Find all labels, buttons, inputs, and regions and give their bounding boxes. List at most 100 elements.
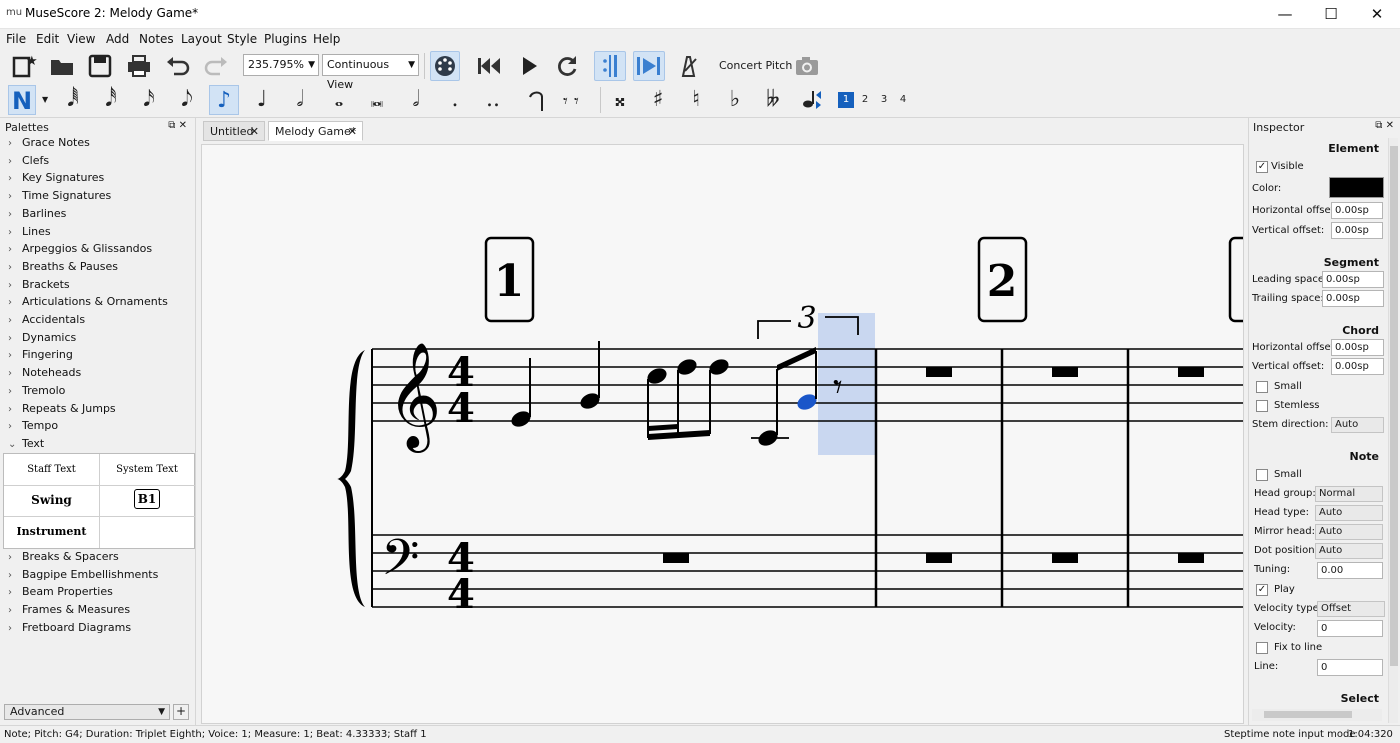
tab-melody-game[interactable]: Melody Game* ✕ [268,121,363,141]
close-icon[interactable]: ✕ [348,122,357,141]
duration-16th-button[interactable]: 𝅘𝅥𝅯 [134,85,164,115]
double-flat-button[interactable]: 𝄫 [758,85,788,115]
open-button[interactable] [47,51,77,81]
natural-button[interactable]: ♮ [681,85,711,115]
print-button[interactable] [124,51,154,81]
leading-space-field[interactable]: 0.00sp [1322,271,1384,288]
palette-clefs[interactable]: › Clefs [8,152,49,169]
system-text-cell[interactable]: System Text [99,454,195,486]
palette-lines[interactable]: › Lines [8,223,51,240]
velocity-field[interactable]: 0 [1317,620,1383,637]
image-capture-button[interactable] [792,51,822,81]
score-canvas[interactable]: 𝄞 𝄢 4 4 4 4 1 2 𝄾 3 [201,144,1244,724]
duration-longa-button[interactable]: 𝅗𝅥 [401,85,431,115]
duration-eighth-button[interactable]: 𝅘𝅥𝅮 [172,85,202,115]
concert-pitch-button[interactable]: Concert Pitch [719,59,792,72]
eighth-rest[interactable]: 𝄾 [833,367,843,408]
head-group-combo[interactable]: Normal [1315,486,1383,502]
palette-brackets[interactable]: › Brackets [8,276,70,293]
palette-tempo[interactable]: › Tempo [8,417,58,434]
palette-noteheads[interactable]: › Noteheads [8,364,81,381]
metronome-button[interactable] [673,51,703,81]
whole-rest[interactable] [926,367,952,377]
rest-button[interactable]: 𝄾 𝄾 [560,85,590,115]
scrollbar-thumb[interactable] [1390,146,1398,666]
stemless-checkbox[interactable] [1256,400,1268,412]
augmentation-dot-button[interactable]: . [440,85,470,115]
duration-breve-button[interactable]: 𝅜 [362,85,392,115]
palette-grace-notes[interactable]: › Grace Notes [8,134,90,151]
inspector-vertical-scrollbar[interactable] [1388,138,1398,723]
menu-help[interactable]: Help [313,32,340,46]
tab-untitled[interactable]: Untitled ✕ [203,121,265,141]
duration-whole-button[interactable]: 𝅝 [324,85,354,115]
menu-layout[interactable]: Layout [181,32,222,46]
whole-rest[interactable] [1178,367,1204,377]
staff-text-cell[interactable]: Staff Text [4,454,100,486]
dot-position-combo[interactable]: Auto [1315,543,1383,559]
mirror-head-combo[interactable]: Auto [1315,524,1383,540]
trailing-space-field[interactable]: 0.00sp [1322,290,1384,307]
palette-time-signatures[interactable]: › Time Signatures [8,187,111,204]
palette-fingering[interactable]: › Fingering [8,346,73,363]
midi-input-button[interactable] [430,51,460,81]
palette-beam-properties[interactable]: › Beam Properties [8,583,113,600]
dock-buttons[interactable]: ⧉ ✕ [168,120,187,131]
palette-fretboard-diagrams[interactable]: › Fretboard Diagrams [8,619,131,636]
tuning-field[interactable]: 0.00 [1317,562,1383,579]
rehearsal-mark-2[interactable]: 2 [987,256,1018,307]
whole-rest[interactable] [1052,553,1078,563]
rehearsal-mark-1[interactable]: 1 [494,256,525,307]
palette-frames-measures[interactable]: › Frames & Measures [8,601,130,618]
palette-text[interactable]: ⌄ Text [8,435,44,452]
voice-2-button[interactable]: 2 [857,92,873,108]
palette-key-signatures[interactable]: › Key Signatures [8,169,104,186]
chord-v-offset-field[interactable]: 0.00sp [1331,358,1384,375]
duration-64th-button[interactable]: 𝅘𝅥𝅱 [58,85,88,115]
element-h-offset-field[interactable]: 0.00sp [1331,202,1383,219]
menu-file[interactable]: File [6,32,26,46]
palette-articulations-ornaments[interactable]: › Articulations & Ornaments [8,293,168,310]
dock-buttons[interactable]: ⧉ ✕ [1375,120,1394,131]
palette-tremolo[interactable]: › Tremolo [8,382,65,399]
palette-accidentals[interactable]: › Accidentals [8,311,85,328]
rehearsal-mark-cell[interactable]: B1 [99,485,195,517]
instrument-cell[interactable]: Instrument [4,516,100,548]
duration-eighth-active-button[interactable]: ♪ [209,85,239,115]
whole-rest[interactable] [1178,553,1204,563]
new-score-button[interactable]: ★ [8,51,38,81]
palette-barlines[interactable]: › Barlines [8,205,66,222]
palette-bagpipe-embellishments[interactable]: › Bagpipe Embellishments [8,566,158,583]
whole-rest[interactable] [926,553,952,563]
loop-button[interactable] [552,51,582,81]
play-checkbox[interactable]: ✓ [1256,584,1268,596]
menu-edit[interactable]: Edit [36,32,59,46]
close-window-button[interactable]: ✕ [1354,0,1400,29]
voice-3-button[interactable]: 3 [876,92,892,108]
palette-breaths-pauses[interactable]: › Breaths & Pauses [8,258,118,275]
voice-4-button[interactable]: 4 [895,92,911,108]
note-small-checkbox[interactable] [1256,469,1268,481]
visible-checkbox[interactable]: ✓ [1256,161,1268,173]
view-mode-combo[interactable]: Continuous View ▼ [322,54,419,91]
head-type-combo[interactable]: Auto [1315,505,1383,521]
close-icon[interactable]: ✕ [250,122,259,141]
rewind-button[interactable] [474,51,504,81]
play-button[interactable] [514,51,544,81]
swing-cell[interactable]: Swing [4,485,100,517]
flat-button[interactable]: ♭ [720,85,750,115]
stem-direction-combo[interactable]: Auto [1331,417,1384,433]
whole-rest[interactable] [663,553,689,563]
palette-mode-combo[interactable]: Advanced ▼ [4,704,170,720]
palette-arpeggios-glissandos[interactable]: › Arpeggios & Glissandos [8,240,152,257]
double-dot-button[interactable]: .. [478,85,508,115]
pan-score-button[interactable] [633,51,665,81]
palette-breaks-spacers[interactable]: › Breaks & Spacers [8,548,119,565]
flip-direction-button[interactable] [797,85,827,115]
duration-half-button[interactable]: 𝅗𝅥 [285,85,315,115]
note-input-mode-button[interactable]: N [8,85,36,115]
velocity-type-combo[interactable]: Offset [1317,601,1385,617]
save-button[interactable] [85,51,115,81]
color-swatch[interactable] [1329,177,1384,198]
sharp-button[interactable]: ♯ [643,85,673,115]
